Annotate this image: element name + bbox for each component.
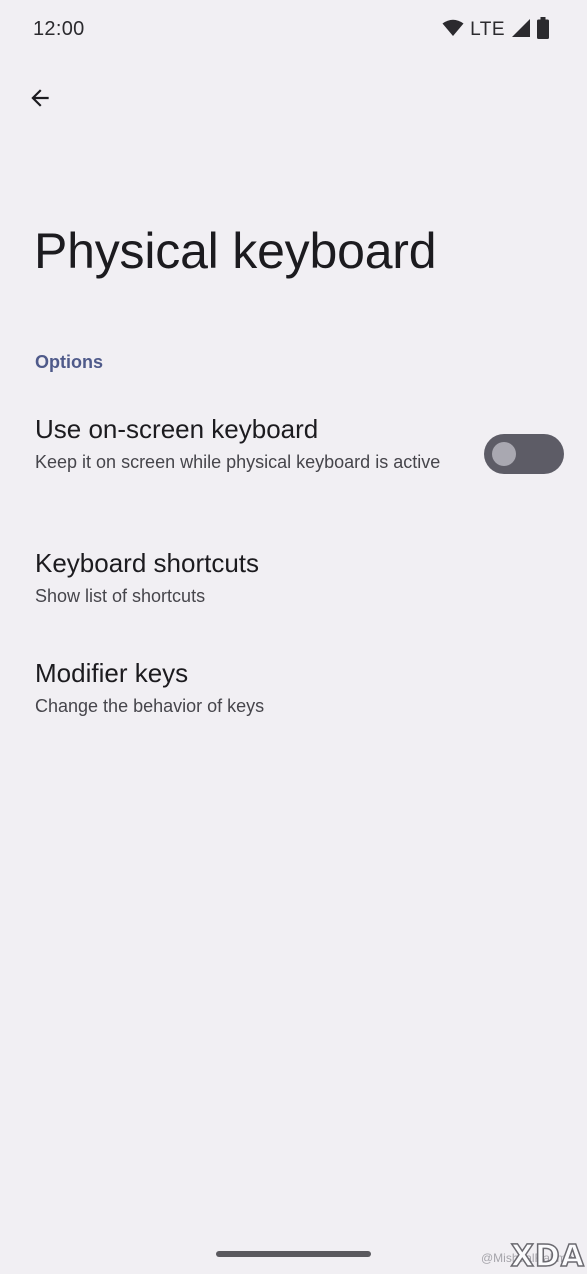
pref-summary: Show list of shortcuts	[35, 586, 206, 606]
wifi-icon	[442, 19, 464, 42]
page-title: Physical keyboard	[34, 223, 437, 279]
pref-modifier-keys[interactable]: Modifier keys Change the behavior of key…	[0, 644, 587, 734]
pref-summary: Keep it on screen while physical keyboar…	[35, 452, 441, 472]
pref-title: Modifier keys	[35, 658, 189, 688]
toggle-thumb	[492, 442, 516, 466]
watermark: @MishaalRahman XDA	[477, 1238, 587, 1274]
section-header-options: Options	[35, 352, 103, 372]
pref-title: Use on-screen keyboard	[35, 414, 319, 444]
network-type-label: LTE	[470, 19, 505, 40]
pref-summary: Change the behavior of keys	[35, 696, 265, 716]
status-bar: 12:00 LTE	[0, 0, 587, 60]
signal-icon	[511, 18, 531, 43]
on-screen-keyboard-toggle[interactable]	[484, 434, 564, 474]
xda-logo: XDA	[510, 1238, 585, 1274]
back-button[interactable]	[18, 78, 62, 122]
pref-keyboard-shortcuts[interactable]: Keyboard shortcuts Show list of shortcut…	[0, 534, 587, 624]
gesture-navigation-handle[interactable]	[216, 1251, 371, 1257]
status-time: 12:00	[33, 18, 85, 40]
pref-title: Keyboard shortcuts	[35, 548, 260, 578]
status-icons: LTE	[442, 16, 549, 44]
battery-icon	[537, 16, 549, 44]
arrow-back-icon	[27, 85, 53, 116]
